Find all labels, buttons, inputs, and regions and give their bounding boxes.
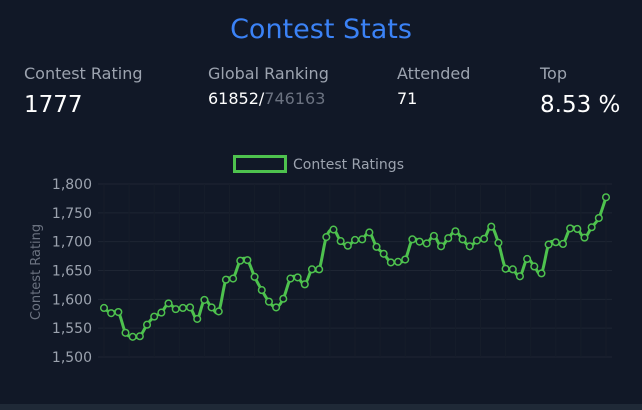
data-point[interactable] bbox=[186, 303, 195, 312]
data-point[interactable] bbox=[157, 308, 166, 317]
data-point[interactable] bbox=[322, 233, 331, 242]
data-point[interactable] bbox=[343, 241, 352, 250]
contest-rating-chart[interactable]: 1,500 1,550 1,600 1,650 1,700 1,750 1,800 Cont… bbox=[0, 0, 642, 410]
data-point[interactable] bbox=[515, 272, 524, 281]
data-point[interactable] bbox=[358, 235, 367, 244]
data-point[interactable] bbox=[107, 309, 116, 318]
data-point[interactable] bbox=[408, 235, 417, 244]
y-axis-label: Contest Rating bbox=[29, 224, 44, 320]
data-point[interactable] bbox=[393, 257, 403, 266]
data-point[interactable] bbox=[422, 239, 431, 248]
data-point[interactable] bbox=[279, 294, 288, 303]
data-point[interactable] bbox=[207, 303, 216, 312]
data-point[interactable] bbox=[243, 256, 252, 265]
data-point[interactable] bbox=[135, 332, 144, 341]
data-point[interactable] bbox=[365, 228, 374, 237]
data-point[interactable] bbox=[566, 224, 575, 233]
chart-legend[interactable]: Contest Ratings bbox=[233, 155, 404, 174]
legend-label: Contest Ratings bbox=[293, 157, 404, 173]
data-point[interactable] bbox=[544, 240, 553, 249]
data-point[interactable] bbox=[472, 236, 481, 245]
data-point[interactable] bbox=[386, 258, 395, 267]
chart-grid bbox=[98, 183, 612, 358]
data-point[interactable] bbox=[121, 328, 130, 337]
data-point[interactable] bbox=[494, 238, 503, 247]
data-point[interactable] bbox=[336, 237, 345, 246]
data-point[interactable] bbox=[315, 265, 324, 274]
data-point[interactable] bbox=[142, 320, 152, 329]
data-point[interactable] bbox=[537, 269, 546, 278]
y-tick-label: 1,750 bbox=[52, 206, 92, 222]
data-point[interactable] bbox=[573, 224, 582, 234]
data-point[interactable] bbox=[523, 254, 532, 264]
data-point[interactable] bbox=[429, 231, 438, 240]
data-point[interactable] bbox=[508, 265, 517, 274]
data-point[interactable] bbox=[114, 307, 123, 317]
data-point[interactable] bbox=[250, 272, 259, 281]
data-point[interactable] bbox=[214, 307, 223, 316]
data-point[interactable] bbox=[264, 297, 273, 306]
data-point[interactable] bbox=[150, 312, 159, 321]
data-point[interactable] bbox=[178, 303, 187, 313]
data-point[interactable] bbox=[437, 242, 446, 251]
data-point[interactable] bbox=[501, 264, 510, 273]
data-point[interactable] bbox=[329, 225, 338, 234]
data-point[interactable] bbox=[465, 242, 474, 251]
y-tick-label: 1,700 bbox=[52, 235, 92, 251]
data-point[interactable] bbox=[286, 274, 295, 283]
data-point[interactable] bbox=[236, 256, 245, 265]
data-point[interactable] bbox=[379, 249, 388, 258]
data-point[interactable] bbox=[128, 332, 137, 341]
data-point[interactable] bbox=[594, 213, 603, 223]
data-point[interactable] bbox=[300, 280, 309, 289]
data-point[interactable] bbox=[193, 314, 202, 323]
legend-swatch bbox=[233, 155, 287, 173]
y-tick-label: 1,500 bbox=[52, 350, 92, 366]
data-point[interactable] bbox=[415, 237, 424, 246]
data-point[interactable] bbox=[530, 262, 539, 271]
data-point[interactable] bbox=[350, 235, 360, 244]
y-tick-label: 1,600 bbox=[52, 292, 92, 308]
data-point[interactable] bbox=[551, 238, 560, 247]
data-point[interactable] bbox=[99, 303, 109, 313]
data-point[interactable] bbox=[293, 273, 302, 282]
data-point[interactable] bbox=[587, 223, 596, 232]
y-tick-label: 1,550 bbox=[52, 321, 92, 337]
data-point[interactable] bbox=[458, 235, 467, 244]
data-point[interactable] bbox=[601, 193, 611, 202]
data-point[interactable] bbox=[487, 222, 496, 231]
data-point[interactable] bbox=[372, 242, 381, 251]
data-point[interactable] bbox=[558, 239, 568, 249]
y-tick-label: 1,650 bbox=[52, 264, 92, 280]
data-point[interactable] bbox=[257, 286, 266, 295]
bottom-divider bbox=[0, 404, 642, 410]
data-point[interactable] bbox=[171, 305, 180, 314]
data-point[interactable] bbox=[444, 234, 453, 243]
data-point[interactable] bbox=[229, 274, 238, 283]
data-point[interactable] bbox=[480, 234, 489, 243]
y-tick-label: 1,800 bbox=[52, 177, 92, 193]
y-axis-ticks: 1,500 1,550 1,600 1,650 1,700 1,750 1,800 bbox=[52, 177, 92, 366]
data-point[interactable] bbox=[401, 255, 410, 264]
data-point[interactable] bbox=[221, 275, 230, 284]
data-point[interactable] bbox=[164, 299, 173, 308]
data-point[interactable] bbox=[200, 295, 209, 304]
data-point[interactable] bbox=[272, 303, 281, 312]
data-point[interactable] bbox=[307, 265, 317, 274]
data-point[interactable] bbox=[451, 227, 460, 236]
data-point[interactable] bbox=[580, 233, 589, 242]
